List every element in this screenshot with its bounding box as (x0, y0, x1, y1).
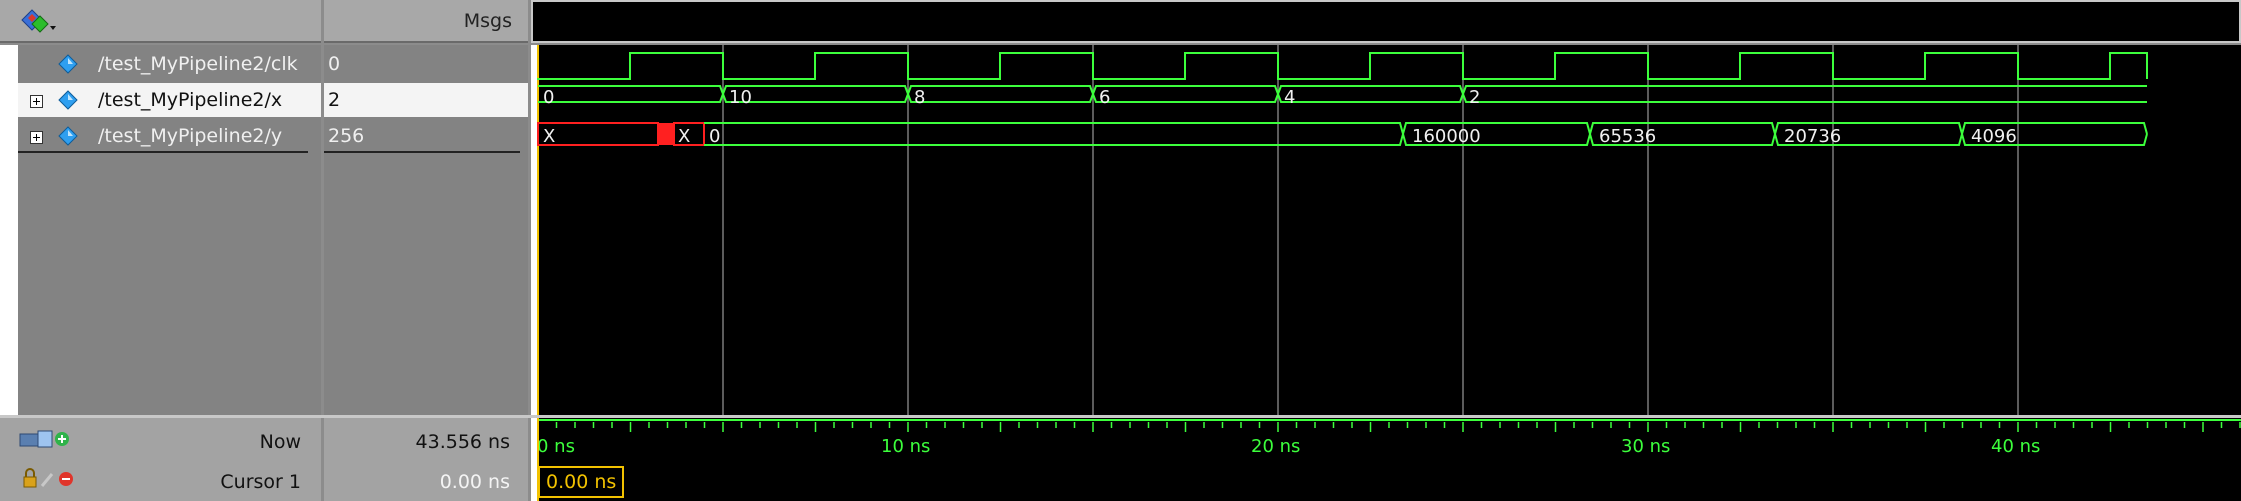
row-underline (324, 151, 520, 153)
y-segment: 0 (709, 126, 720, 147)
y-segment: 160000 (1412, 126, 1481, 147)
y-bus-labels: X X 0 160000 65536 20736 4096 (543, 126, 2017, 147)
signal-value-pane: 0 2 256 (324, 45, 528, 415)
value-row-y[interactable]: 256 (324, 119, 528, 153)
tick-label: 0 ns (537, 436, 575, 457)
value-row-x[interactable]: 2 (324, 83, 528, 117)
wave-header-bar (531, 0, 2241, 43)
expand-icon[interactable] (30, 95, 43, 108)
x-bus-waveform (538, 85, 2147, 103)
y-bus-waveform (537, 122, 2148, 146)
signal-name: /test_MyPipeline2/clk (98, 53, 298, 75)
signal-row-clk[interactable]: /test_MyPipeline2/clk (18, 47, 321, 81)
signal-name: /test_MyPipeline2/x (98, 89, 283, 111)
y-segment: X (678, 126, 690, 147)
signal-diamond-icon (58, 54, 78, 74)
x-segment: 0 (543, 87, 554, 108)
name-column-header (0, 0, 321, 43)
msgs-label: Msgs (463, 10, 512, 32)
now-label: Now (259, 431, 301, 453)
y-segment: 65536 (1599, 126, 1656, 147)
x-segment: 2 (1469, 87, 1480, 108)
y-segment: X (543, 126, 555, 147)
y-segment: 4096 (1971, 126, 2017, 147)
signal-name: /test_MyPipeline2/y (98, 125, 283, 147)
value-column-header: Msgs (324, 0, 528, 43)
signal-value: 256 (328, 125, 365, 147)
x-bus-labels: 0 10 8 6 4 2 (543, 87, 1480, 108)
ruler-canvas: 0 ns 10 ns 20 ns 30 ns 40 ns (537, 418, 2241, 501)
waveform-pane[interactable]: 0 10 8 6 4 2 X X 0 160000 65536 20736 40… (531, 45, 2241, 415)
signal-value: 2 (328, 89, 341, 111)
x-segment: 8 (914, 87, 925, 108)
row-underline (18, 151, 308, 153)
tick-label: 30 ns (1621, 436, 1670, 457)
value-row-clk[interactable]: 0 (324, 47, 528, 81)
x-segment: 6 (1099, 87, 1110, 108)
cursor-values: 43.556 ns 0.00 ns (324, 418, 528, 501)
signal-value: 0 (328, 53, 341, 75)
x-segment: 4 (1284, 87, 1295, 108)
y-segment: 20736 (1784, 126, 1841, 147)
ruler-labels: 0 ns 10 ns 20 ns 30 ns 40 ns (537, 436, 2040, 457)
timeline-ruler[interactable]: 0 ns 10 ns 20 ns 30 ns 40 ns (531, 418, 2241, 501)
signal-diamond-icon (58, 90, 78, 110)
cursor-value: 0.00 ns (439, 471, 510, 493)
tick-label: 40 ns (1991, 436, 2040, 457)
lock-icon[interactable] (22, 468, 74, 495)
wave-tool-icon[interactable] (20, 8, 58, 41)
cursor-label: Cursor 1 (220, 471, 301, 493)
now-value: 43.556 ns (415, 431, 510, 453)
signal-name-pane: /test_MyPipeline2/clk /test_MyPipeline2/… (0, 45, 321, 415)
signal-row-x[interactable]: /test_MyPipeline2/x (18, 83, 321, 117)
tick-label: 10 ns (881, 436, 930, 457)
cursor-time-box[interactable]: 0.00 ns (538, 466, 625, 498)
add-cursor-icon[interactable] (18, 428, 70, 455)
waveform-canvas[interactable]: 0 10 8 6 4 2 X X 0 160000 65536 20736 40… (537, 45, 2241, 415)
cursor-controls: Now Cursor 1 (0, 418, 321, 501)
tick-label: 20 ns (1251, 436, 1300, 457)
x-segment: 10 (729, 87, 752, 108)
clk-waveform (537, 52, 2148, 80)
signal-row-y[interactable]: /test_MyPipeline2/y (18, 119, 321, 153)
signal-diamond-icon (58, 126, 78, 146)
expand-icon[interactable] (30, 131, 43, 144)
